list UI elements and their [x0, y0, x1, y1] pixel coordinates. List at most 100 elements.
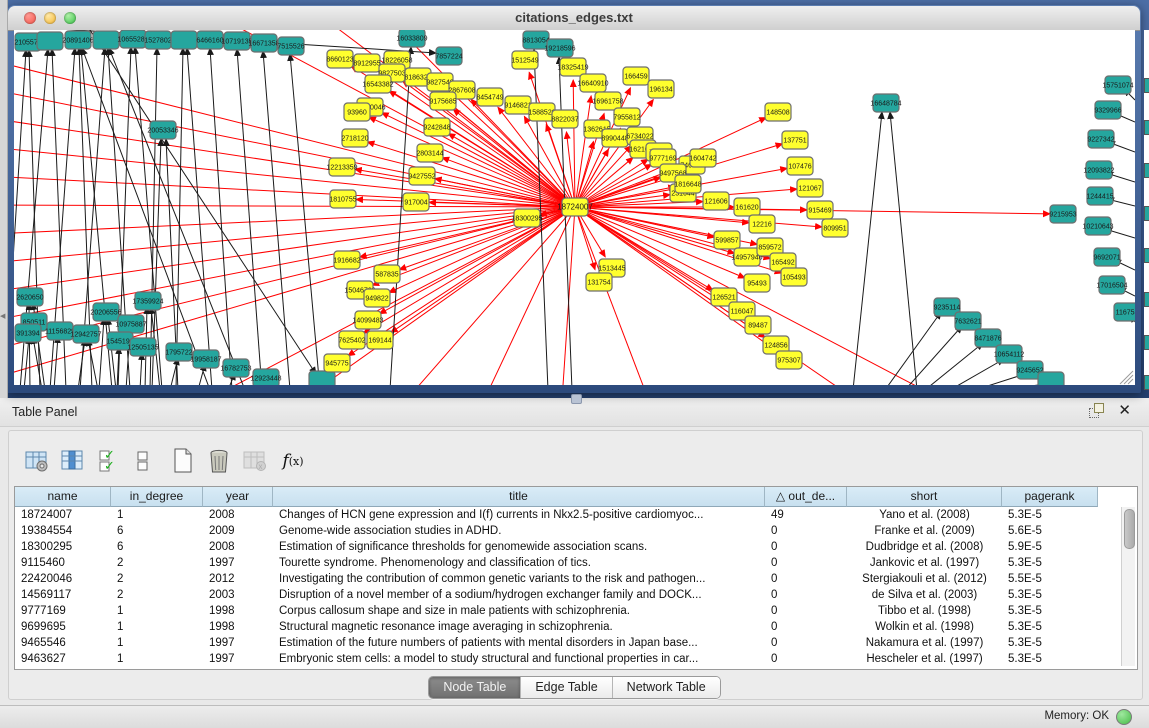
table-row[interactable]: 2242004622012Investigating the contribut…: [15, 571, 1098, 587]
graph-node[interactable]: 19958187: [190, 350, 221, 368]
graph-node[interactable]: 6466160: [196, 31, 223, 49]
table-row[interactable]: 1872400712008Changes of HCN gene express…: [15, 507, 1098, 523]
new-table-icon[interactable]: [168, 446, 198, 476]
graph-node[interactable]: 917004: [403, 193, 429, 211]
graph-node[interactable]: 915469: [807, 201, 833, 219]
graph-node[interactable]: [37, 32, 63, 50]
graph-node[interactable]: 2803144: [416, 144, 443, 162]
graph-node[interactable]: 7632621: [954, 312, 981, 330]
graph-node[interactable]: 16543382: [362, 75, 393, 93]
graph-node[interactable]: 949822: [364, 289, 390, 307]
graph-node[interactable]: 19218596: [544, 39, 575, 57]
graph-node[interactable]: 10210643: [1082, 217, 1113, 235]
graph-node[interactable]: 16782753: [220, 359, 251, 377]
graph-node[interactable]: 7625402: [338, 331, 365, 349]
graph-node[interactable]: 7515526: [277, 37, 304, 55]
table-settings-icon[interactable]: [22, 446, 52, 476]
graph-node[interactable]: 93960: [344, 103, 370, 121]
column-header[interactable]: in_degree: [111, 487, 203, 507]
graph-node[interactable]: 89487: [745, 316, 771, 334]
graph-node[interactable]: 14099483: [352, 311, 383, 329]
graph-node[interactable]: 809951: [822, 219, 848, 237]
panel-collapse-arrow-icon[interactable]: ◀: [0, 312, 5, 320]
graph-node[interactable]: 12216: [749, 215, 775, 233]
table-row[interactable]: 969969511998Structural magnetic resonanc…: [15, 619, 1098, 635]
graph-node[interactable]: 17359924: [132, 292, 163, 310]
graph-node[interactable]: 10975887: [115, 315, 146, 333]
graph-node[interactable]: 9242848: [423, 118, 450, 136]
table-row[interactable]: 1938455462009Genome-wide association stu…: [15, 523, 1098, 539]
tab-node-table[interactable]: Node Table: [429, 677, 521, 698]
panel-splitter-handle[interactable]: [571, 394, 582, 404]
column-header[interactable]: short: [847, 487, 1002, 507]
graph-node[interactable]: 2718120: [341, 129, 368, 147]
graph-node[interactable]: 137751: [782, 131, 808, 149]
graph-node[interactable]: 7955812: [613, 108, 640, 126]
graph-node[interactable]: 16648784: [870, 94, 901, 112]
scrollbar-thumb[interactable]: [1124, 509, 1135, 549]
delete-table-icon[interactable]: [204, 446, 234, 476]
table-row[interactable]: 946362711997Embryonic stem cells: a mode…: [15, 651, 1098, 667]
table-row[interactable]: 1456911722003Disruption of a novel membe…: [15, 587, 1098, 603]
graph-node[interactable]: 121606: [703, 192, 729, 210]
collapsed-left-panel[interactable]: ◀: [0, 0, 8, 398]
graph-node[interactable]: 16640910: [577, 74, 608, 92]
graph-node[interactable]: 1795722: [165, 343, 192, 361]
graph-node[interactable]: 17016504: [1096, 276, 1127, 294]
graph-node[interactable]: 16033809: [396, 30, 427, 47]
graph-node[interactable]: 8471876: [974, 329, 1001, 347]
graph-node[interactable]: 95493: [744, 274, 770, 292]
column-header[interactable]: pagerank: [1002, 487, 1098, 507]
graph-node[interactable]: 161620: [734, 198, 760, 216]
graph-node[interactable]: 166459: [623, 67, 649, 85]
graph-node[interactable]: [1038, 372, 1064, 385]
graph-node[interactable]: 131754: [586, 273, 612, 291]
graph-node[interactable]: 1816648: [674, 175, 701, 193]
graph-node[interactable]: 169144: [367, 331, 393, 349]
graph-node[interactable]: 599857: [714, 231, 740, 249]
graph-node[interactable]: 9227342: [1087, 130, 1114, 148]
graph-node[interactable]: [309, 371, 335, 385]
graph-node[interactable]: 7857224: [435, 47, 462, 65]
memory-ok-indicator[interactable]: [1116, 709, 1132, 725]
graph-node[interactable]: 1512549: [511, 51, 538, 69]
graph-node[interactable]: 8822037: [551, 110, 578, 128]
graph-node[interactable]: 15751074: [1102, 76, 1133, 94]
graph-node[interactable]: [171, 31, 197, 49]
table-row[interactable]: 1830029562008Estimation of significance …: [15, 539, 1098, 555]
graph-node[interactable]: 9692071: [1093, 248, 1120, 266]
graph-node[interactable]: 8990448: [601, 129, 628, 147]
table-row[interactable]: 977716911998Corpus callosum shape and si…: [15, 603, 1098, 619]
show-columns-icon[interactable]: [58, 446, 88, 476]
table-scrollbar[interactable]: [1121, 507, 1135, 666]
graph-node[interactable]: 1916682: [333, 251, 360, 269]
graph-node[interactable]: 9427552: [408, 167, 435, 185]
column-header[interactable]: name: [15, 487, 111, 507]
canvas-resize-grip[interactable]: [1120, 371, 1133, 384]
graph-node[interactable]: 10654112: [994, 345, 1025, 363]
table-row[interactable]: 911546021997Tourette syndrome. Phenomeno…: [15, 555, 1098, 571]
graph-hub-node[interactable]: 18724007: [557, 198, 593, 216]
graph-node[interactable]: 121067: [797, 179, 823, 197]
graph-node[interactable]: 18300295: [511, 209, 542, 227]
graph-node[interactable]: 18325419: [557, 58, 588, 76]
graph-node[interactable]: 1604742: [689, 149, 716, 167]
graph-node[interactable]: 16961758: [592, 92, 623, 110]
graph-node[interactable]: 945775: [324, 354, 350, 372]
graph-node[interactable]: 16671358: [248, 34, 279, 52]
select-columns-icon[interactable]: ✓✓: [94, 446, 124, 476]
graph-node[interactable]: 116753: [1114, 303, 1135, 321]
column-header[interactable]: year: [203, 487, 273, 507]
graph-node[interactable]: 8912955: [353, 54, 380, 72]
graph-node[interactable]: 20891406: [62, 31, 93, 49]
graph-node[interactable]: 9175685: [429, 92, 456, 110]
table-row[interactable]: 946554611997Estimation of the future num…: [15, 635, 1098, 651]
graph-node[interactable]: 12093822: [1083, 161, 1114, 179]
column-header[interactable]: title: [273, 487, 765, 507]
graph-node[interactable]: 12505135: [127, 338, 158, 356]
graph-node[interactable]: 107476: [787, 157, 813, 175]
graph-node[interactable]: 975307: [776, 351, 802, 369]
graph-node[interactable]: 12213359: [326, 158, 357, 176]
graph-node[interactable]: 8660123: [326, 50, 353, 68]
graph-node[interactable]: 20206556: [90, 303, 121, 321]
